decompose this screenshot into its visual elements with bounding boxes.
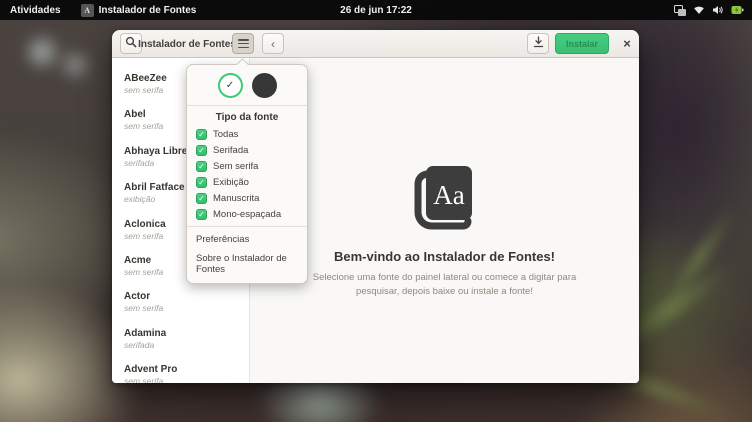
back-button[interactable]: ‹ <box>262 33 284 54</box>
header-bar: Instalador de Fontes ‹ Instalar × <box>112 30 639 58</box>
battery-icon <box>731 5 744 15</box>
checkbox-checked-icon[interactable]: ✓ <box>196 193 207 204</box>
activities-button[interactable]: Atividades <box>0 0 71 20</box>
menu-item[interactable]: Preferências <box>187 230 307 249</box>
main-menu-popover: ✓ Tipo da fonte ✓ Todas ✓ Serifada ✓ Sem… <box>186 64 308 284</box>
font-name: Advent Pro <box>124 363 249 376</box>
menu-items: Preferências Sobre o Instalador de Fonte… <box>187 227 307 279</box>
dark-theme-option[interactable] <box>252 73 277 98</box>
focused-app-name: Instalador de Fontes <box>99 5 197 16</box>
focused-app-menu[interactable]: A Instalador de Fontes <box>71 0 207 20</box>
welcome-title: Bem-vindo ao Instalador de Fontes! <box>334 249 555 264</box>
filter-label: Exibição <box>213 177 249 188</box>
checkbox-checked-icon[interactable]: ✓ <box>196 161 207 172</box>
font-name: Adamina <box>124 327 249 340</box>
system-tray[interactable] <box>674 5 752 16</box>
filter-label: Todas <box>213 129 238 140</box>
screen-share-icon <box>674 5 686 16</box>
font-type-filters: ✓ Todas ✓ Serifada ✓ Sem serifa ✓ Exibiç… <box>187 126 307 222</box>
welcome-subtitle: Selecione uma fonte do painel lateral ou… <box>305 271 585 300</box>
font-type-section-title: Tipo da fonte <box>187 106 307 126</box>
filter-label: Sem serifa <box>213 161 258 172</box>
font-name: Actor <box>124 290 249 303</box>
fonts-app-icon: Aa <box>413 164 477 235</box>
menu-item[interactable]: Sobre o Instalador de Fontes <box>187 249 307 279</box>
svg-text:Aa: Aa <box>433 180 464 210</box>
checkbox-checked-icon[interactable]: ✓ <box>196 129 207 140</box>
font-category: sem serifa <box>124 376 249 383</box>
font-category: sem serifa <box>124 303 249 314</box>
wifi-icon <box>693 5 705 15</box>
checkbox-checked-icon[interactable]: ✓ <box>196 209 207 220</box>
font-list-item[interactable]: Adamina serifada <box>112 321 249 357</box>
filter-checkbox-row[interactable]: ✓ Serifada <box>187 142 307 158</box>
filter-checkbox-row[interactable]: ✓ Sem serifa <box>187 158 307 174</box>
filter-label: Serifada <box>213 145 248 156</box>
checkbox-checked-icon[interactable]: ✓ <box>196 145 207 156</box>
font-list-item[interactable]: Actor sem serifa <box>112 284 249 320</box>
light-theme-option[interactable]: ✓ <box>218 73 243 98</box>
check-icon: ✓ <box>226 80 234 91</box>
volume-icon <box>712 5 724 15</box>
app-icon: A <box>81 4 94 17</box>
hamburger-menu-button[interactable] <box>232 33 254 54</box>
download-icon <box>533 36 544 51</box>
install-button[interactable]: Instalar <box>555 33 609 54</box>
font-list-item[interactable]: Advent Pro sem serifa <box>112 357 249 383</box>
filter-label: Mono-espaçada <box>213 209 281 220</box>
checkbox-checked-icon[interactable]: ✓ <box>196 177 207 188</box>
filter-checkbox-row[interactable]: ✓ Manuscrita <box>187 190 307 206</box>
chevron-left-icon: ‹ <box>271 37 275 51</box>
filter-checkbox-row[interactable]: ✓ Todas <box>187 126 307 142</box>
close-button[interactable]: × <box>616 33 638 54</box>
top-bar: Atividades A Instalador de Fontes 26 de … <box>0 0 752 20</box>
hamburger-icon <box>238 39 249 48</box>
filter-label: Manuscrita <box>213 193 259 204</box>
download-button[interactable] <box>527 33 549 54</box>
window-title: Instalador de Fontes <box>132 30 242 58</box>
font-category: serifada <box>124 340 249 351</box>
theme-selector: ✓ <box>187 65 307 105</box>
welcome-panel: Aa Bem-vindo ao Instalador de Fontes! Se… <box>250 58 639 383</box>
close-icon: × <box>623 36 631 51</box>
filter-checkbox-row[interactable]: ✓ Mono-espaçada <box>187 206 307 222</box>
filter-checkbox-row[interactable]: ✓ Exibição <box>187 174 307 190</box>
